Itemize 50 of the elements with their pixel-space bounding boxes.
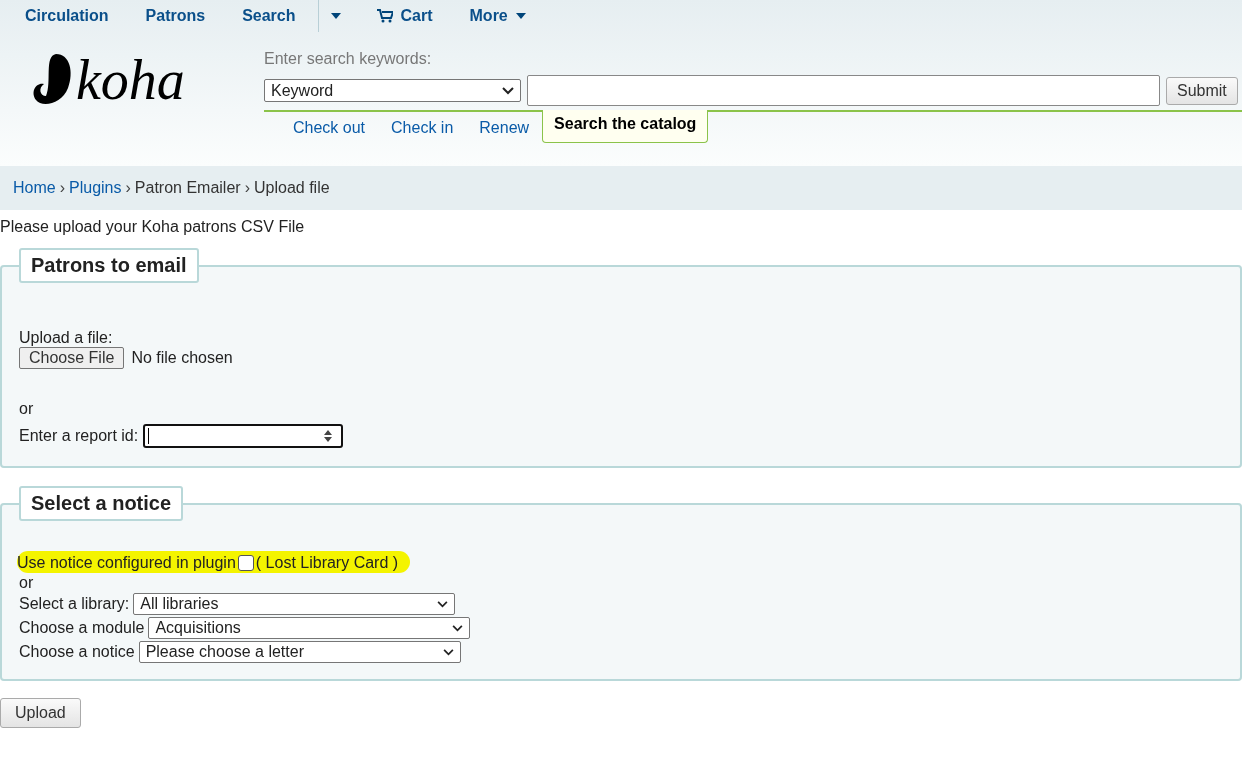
cart-icon <box>376 9 393 23</box>
breadcrumb-separator: › <box>59 179 65 197</box>
report-id-field[interactable] <box>143 424 344 448</box>
search-tab[interactable]: Check out <box>280 112 379 143</box>
or-text: or <box>19 400 35 418</box>
nav-link[interactable]: Patrons <box>145 7 206 25</box>
chevron-icon <box>442 648 454 656</box>
search-field[interactable] <box>527 75 1160 106</box>
report-id-label: Enter a report id: <box>19 427 139 445</box>
caret-icon <box>330 13 341 19</box>
select-label: Select a library: <box>19 594 130 614</box>
more-menu[interactable]: More <box>469 7 526 25</box>
cart-link[interactable]: Cart <box>376 7 433 25</box>
nav-link[interactable]: Circulation <box>25 7 109 25</box>
checkbox[interactable] <box>237 555 254 571</box>
choose-file-button[interactable]: Choose File <box>19 347 125 369</box>
fieldset-legend: Select a notice <box>19 486 184 521</box>
chevron-icon <box>437 600 449 608</box>
select-label: Choose a notice <box>19 642 135 662</box>
breadcrumb-separator: › <box>244 179 250 197</box>
upload-button[interactable]: Upload <box>0 698 81 728</box>
submit-button[interactable]: Submit <box>1166 76 1238 105</box>
dropdown-toggle[interactable] <box>317 0 341 32</box>
breadcrumb-text: Upload file <box>254 179 330 197</box>
select-label: Choose a module <box>19 618 145 638</box>
plugin-notice-label: Use notice configured in plugin <box>17 554 236 572</box>
or-text: or <box>19 574 35 591</box>
chevron-icon <box>502 86 514 95</box>
logo-text: koha <box>76 52 185 108</box>
intro-text: Please upload your Koha patrons CSV File <box>0 218 306 236</box>
notice-name: ( Lost Library Card ) <box>255 554 399 572</box>
caret-icon <box>515 13 526 19</box>
search-tab[interactable]: Search the catalog <box>542 110 709 143</box>
dropdown-select[interactable]: Acquisitions <box>148 617 471 639</box>
chevron-icon <box>452 624 464 632</box>
upload-label: Upload a file: <box>19 329 114 347</box>
search-tab[interactable]: Renew <box>466 112 543 143</box>
spinner-icon <box>323 429 334 443</box>
search-type-select[interactable]: Keyword <box>264 79 521 102</box>
breadcrumb-link[interactable]: Plugins <box>69 179 122 197</box>
file-status: No file chosen <box>131 349 233 367</box>
breadcrumb-link[interactable]: Home <box>13 179 56 197</box>
nav-link[interactable]: Search <box>242 7 296 25</box>
search-tab[interactable]: Check in <box>378 112 467 143</box>
breadcrumb-separator: › <box>125 179 131 197</box>
fieldset-legend: Patrons to email <box>19 248 199 283</box>
search-label: Enter search keywords: <box>264 50 433 68</box>
dropdown-select[interactable]: Please choose a letter <box>138 641 461 663</box>
breadcrumb-text: Patron Emailer <box>134 179 241 197</box>
dropdown-select[interactable]: All libraries <box>133 593 456 615</box>
